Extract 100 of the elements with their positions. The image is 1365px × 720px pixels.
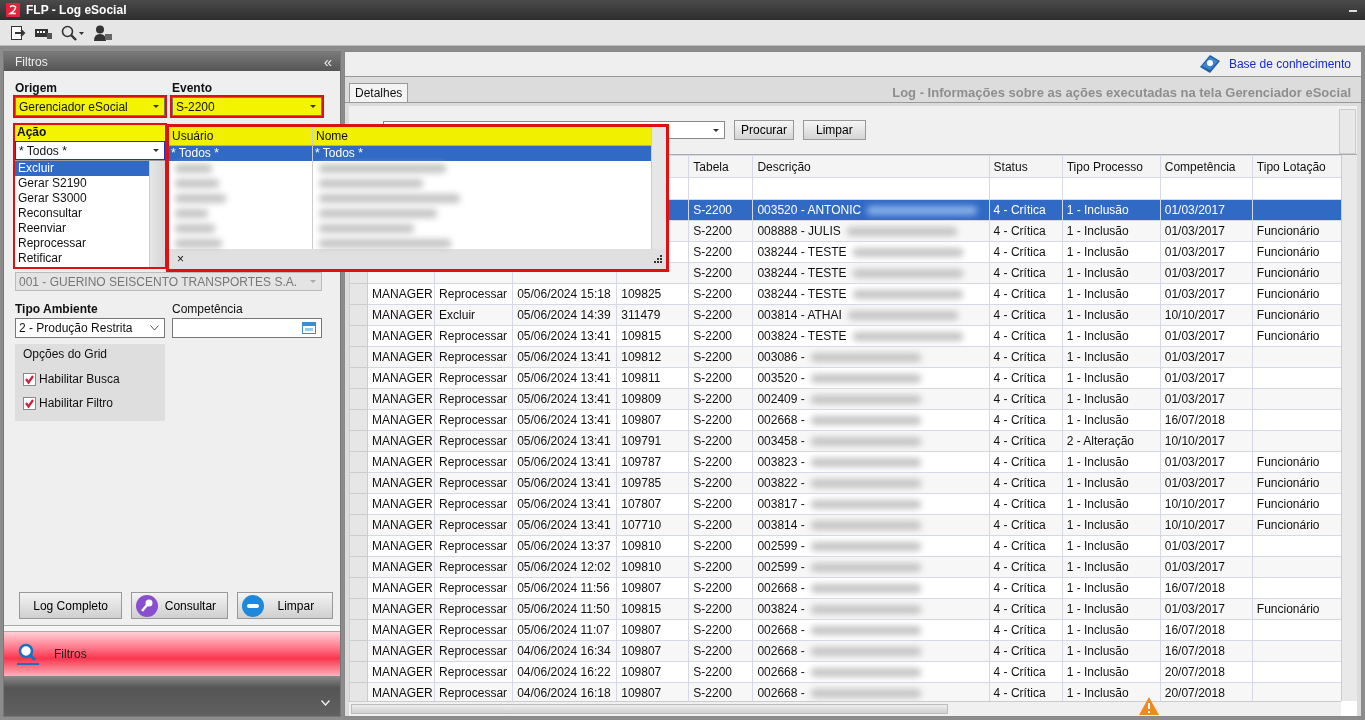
dropdown-option[interactable]: Gerar S2190 bbox=[15, 176, 149, 191]
field-label: Competência bbox=[172, 302, 244, 318]
table-cell: 4 - Crítica bbox=[993, 434, 1046, 448]
table-cell: 1 - Inclusão bbox=[1066, 623, 1129, 637]
checkbox-label[interactable]: Habilitar Filtro bbox=[39, 396, 113, 410]
table-cell: 05/06/2024 13:41 bbox=[517, 392, 611, 406]
resize-grip-icon[interactable] bbox=[654, 254, 663, 264]
table-cell: 109810 bbox=[621, 560, 662, 574]
chevron-down-icon[interactable] bbox=[321, 700, 330, 706]
search-dropdown-icon[interactable] bbox=[61, 24, 85, 41]
table-cell: 008888 - JULIS bbox=[757, 224, 841, 238]
tab[interactable]: Detalhes bbox=[349, 83, 409, 102]
clear-button[interactable]: × bbox=[177, 252, 184, 266]
acao-dropdown[interactable]: * Todos * bbox=[15, 141, 165, 160]
table-cell: MANAGER bbox=[372, 455, 433, 469]
list-row[interactable]: * Todos * * Todos * bbox=[169, 146, 651, 161]
table-cell: 038244 - TESTE bbox=[757, 287, 847, 301]
column-header[interactable]: Usuário bbox=[169, 127, 313, 145]
date-field[interactable] bbox=[172, 318, 322, 338]
table-cell: 4 - Crítica bbox=[993, 581, 1046, 595]
checkbox[interactable] bbox=[23, 372, 36, 386]
environment-dropdown[interactable]: 2 - Produção Restrita bbox=[15, 318, 165, 338]
table-cell: Reprocessar bbox=[439, 539, 508, 553]
table-cell: 05/06/2024 13:41 bbox=[517, 497, 611, 511]
scrollbar[interactable] bbox=[1341, 155, 1357, 701]
user-icon[interactable] bbox=[94, 24, 112, 41]
table-cell: Reprocessar bbox=[439, 665, 508, 679]
clear-button[interactable]: Limpar bbox=[803, 120, 866, 140]
dropdown-option[interactable]: Gerar S3000 bbox=[15, 191, 149, 206]
table-cell: MANAGER bbox=[372, 539, 433, 553]
table-cell: 2 - Alteração bbox=[1066, 434, 1135, 448]
scrollbar[interactable] bbox=[349, 701, 1341, 716]
table-cell: 107807 bbox=[621, 497, 662, 511]
dropdown-option[interactable]: Reconsultar bbox=[15, 206, 149, 221]
table-cell: 1 - Inclusão bbox=[1066, 455, 1129, 469]
dropdown-option[interactable]: Retificar bbox=[15, 251, 149, 266]
field-label: Ação bbox=[15, 125, 165, 141]
calendar-icon[interactable] bbox=[302, 322, 316, 334]
table-cell: 1 - Inclusão bbox=[1066, 350, 1129, 364]
help-link[interactable]: Base de conhecimento bbox=[1228, 57, 1351, 71]
table-cell: 003814 - bbox=[757, 518, 805, 532]
column-header[interactable]: Descrição bbox=[757, 159, 811, 174]
dropdown-option[interactable]: Excluir bbox=[15, 161, 149, 176]
table-cell: 01/03/2017 bbox=[1164, 266, 1225, 280]
scrollbar[interactable] bbox=[149, 161, 165, 267]
dropdown-option[interactable]: Reenviar bbox=[15, 221, 149, 236]
table-cell: 01/03/2017 bbox=[1164, 350, 1225, 364]
consult-button[interactable]: Consultar bbox=[131, 592, 228, 619]
table-cell: 1 - Inclusão bbox=[1066, 413, 1129, 427]
table-cell: 01/03/2017 bbox=[1164, 392, 1225, 406]
table-cell: S-2200 bbox=[693, 392, 732, 406]
table-cell: 1 - Inclusão bbox=[1066, 203, 1129, 217]
table-cell: S-2200 bbox=[693, 497, 732, 511]
table-cell: MANAGER bbox=[372, 434, 433, 448]
table-cell: MANAGER bbox=[372, 413, 433, 427]
table-cell: 002668 - bbox=[757, 665, 805, 679]
evento-dropdown[interactable]: S-2200 bbox=[172, 97, 322, 116]
checkbox[interactable] bbox=[23, 396, 36, 410]
table-cell: 4 - Crítica bbox=[993, 287, 1046, 301]
table-cell: S-2200 bbox=[693, 602, 732, 616]
table-cell: 01/03/2017 bbox=[1164, 455, 1225, 469]
table-cell: 01/03/2017 bbox=[1164, 539, 1225, 553]
table-cell: 109815 bbox=[621, 602, 662, 616]
table-cell: 4 - Crítica bbox=[993, 518, 1046, 532]
table-cell: 003822 - bbox=[757, 476, 805, 490]
origem-dropdown[interactable]: Gerenciador eSocial bbox=[15, 97, 165, 116]
clear-button[interactable]: Limpar bbox=[236, 592, 333, 619]
column-header[interactable]: Nome bbox=[313, 127, 651, 145]
table-cell: 04/06/2024 16:34 bbox=[517, 644, 611, 658]
exit-icon[interactable] bbox=[10, 24, 26, 41]
field-label: Origem bbox=[15, 81, 58, 97]
table-cell: 109825 bbox=[621, 287, 662, 301]
table-cell: 1 - Inclusão bbox=[1066, 245, 1129, 259]
table-cell: S-2200 bbox=[693, 245, 732, 259]
navigation-bar-item[interactable]: Filtros bbox=[4, 632, 340, 676]
table-cell: MANAGER bbox=[372, 371, 433, 385]
table-cell: 003520 - ANTONIC bbox=[757, 203, 862, 217]
table-cell: 002668 - bbox=[757, 623, 805, 637]
dropdown-option[interactable]: Reprocessar bbox=[15, 236, 149, 251]
minimize-icon[interactable] bbox=[1349, 8, 1357, 12]
table-cell: Reprocessar bbox=[439, 371, 508, 385]
table-cell: MANAGER bbox=[372, 308, 433, 322]
table-cell: 4 - Crítica bbox=[993, 371, 1046, 385]
log-button[interactable]: Log Completo bbox=[19, 592, 123, 619]
collapse-button[interactable]: « bbox=[323, 53, 332, 70]
table-cell: Reprocessar bbox=[439, 476, 508, 490]
table-cell: 04/06/2024 16:22 bbox=[517, 665, 611, 679]
chevron-down-icon bbox=[150, 325, 159, 331]
table-cell: Funcionário bbox=[1256, 497, 1320, 511]
table-cell: 109812 bbox=[621, 350, 662, 364]
search-button[interactable]: Procurar bbox=[734, 120, 794, 140]
table-cell: 01/03/2017 bbox=[1164, 245, 1225, 259]
table-cell: 109787 bbox=[621, 455, 662, 469]
scrollbar[interactable] bbox=[1339, 109, 1356, 154]
table-cell: S-2200 bbox=[693, 308, 732, 322]
checkbox-label[interactable]: Habilitar Busca bbox=[39, 372, 120, 386]
table-cell: 4 - Crítica bbox=[993, 455, 1046, 469]
table-cell: 003458 - bbox=[757, 434, 805, 448]
table-cell: 109807 bbox=[621, 665, 662, 679]
table-cell: 10/10/2017 bbox=[1164, 497, 1225, 511]
